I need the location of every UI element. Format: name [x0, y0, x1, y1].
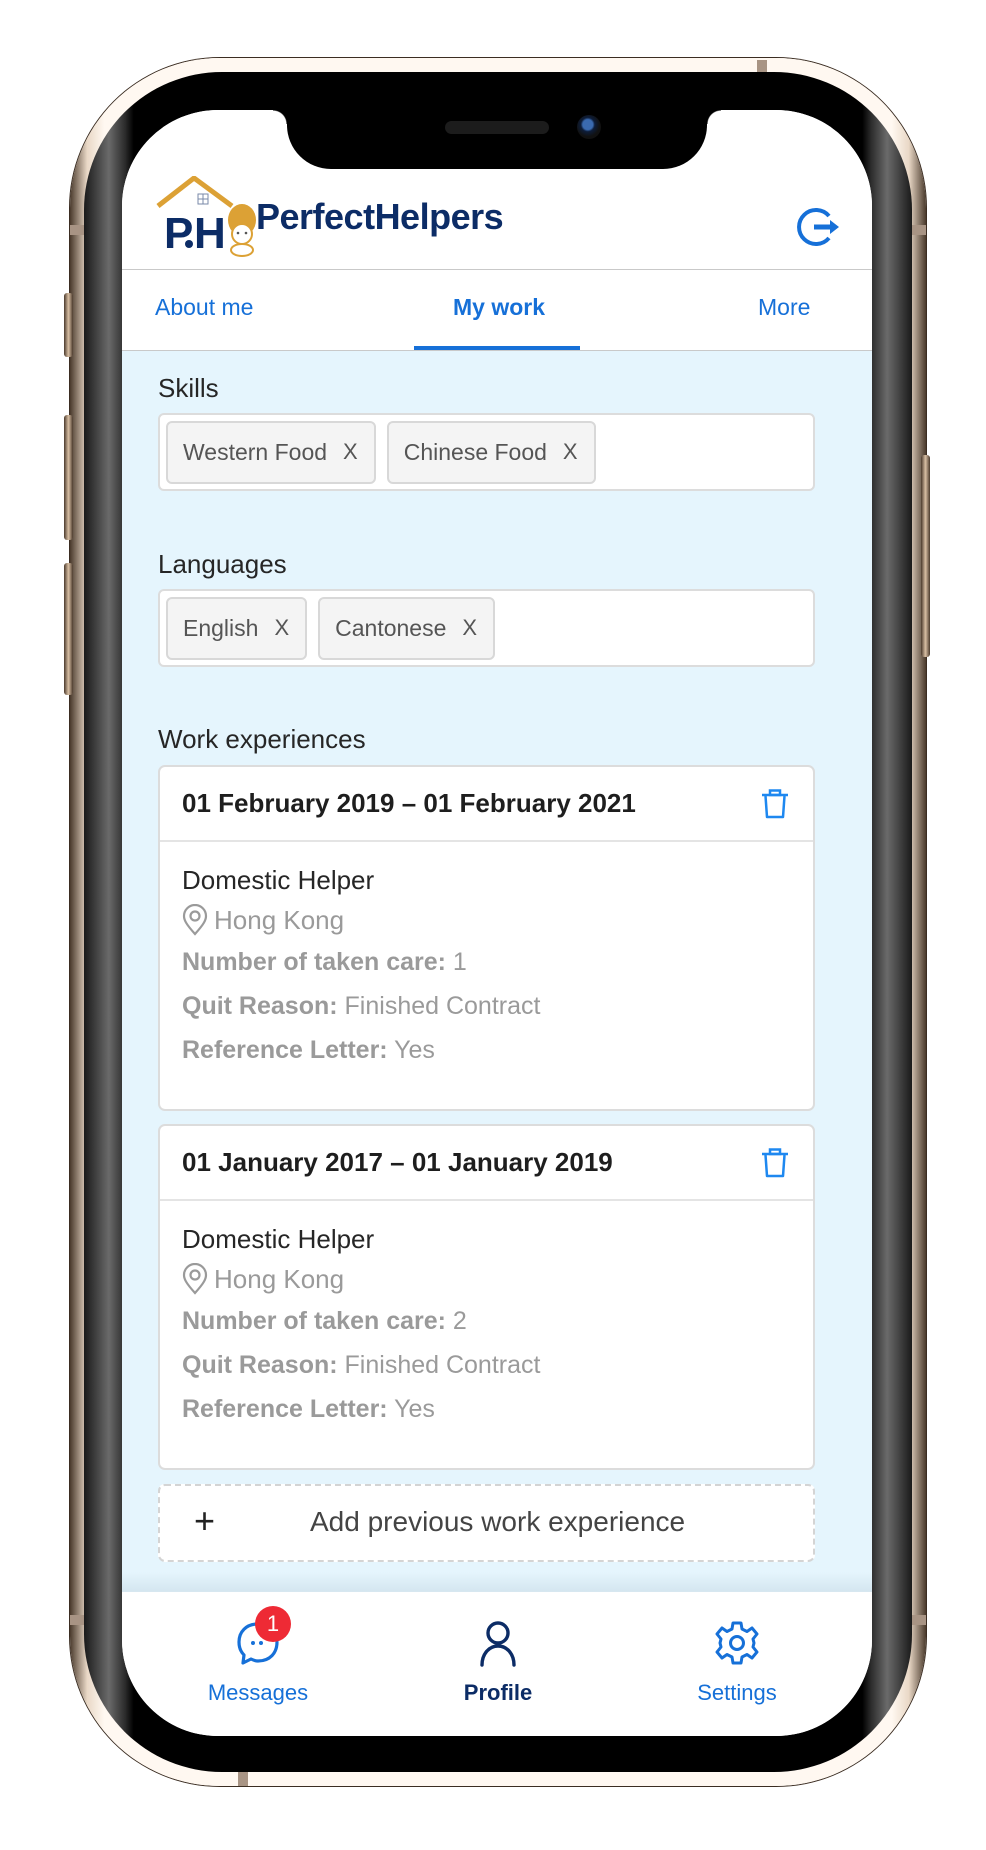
tab-bar: About me My work More [122, 270, 872, 350]
brand-name: PerfectHelpers [256, 196, 504, 237]
volume-down-button [64, 563, 73, 695]
care-count-label: Number of taken care: [182, 1307, 446, 1335]
skill-tag-label: Western Food [183, 438, 328, 465]
reference-letter-value: Yes [394, 1395, 435, 1423]
care-count-row: Number of taken care: 2 [182, 1299, 791, 1343]
nav-icon-wrapper: 1 [233, 1606, 291, 1668]
nav-label: Profile [463, 1680, 533, 1705]
languages-label: Languages [158, 549, 287, 579]
remove-tag-icon[interactable]: X [462, 615, 477, 641]
svg-text:P: P [164, 209, 192, 258]
card-body: Domestic Helper Hong Kong Number of take… [160, 1201, 813, 1451]
remove-tag-icon[interactable]: X [563, 439, 578, 465]
unread-badge: 1 [255, 1606, 291, 1642]
tab-about-me[interactable]: About me [155, 294, 253, 321]
front-camera [577, 115, 601, 139]
my-work-content: Skills Western Food X Chinese Food X Lan… [122, 351, 872, 1591]
languages-input[interactable]: English X Cantonese X [158, 589, 815, 667]
skill-tag-label: Chinese Food [403, 438, 547, 465]
nav-icon-wrapper [712, 1618, 762, 1668]
work-experience-card[interactable]: 01 February 2019 – 01 February 2021 Dome… [158, 765, 815, 1111]
card-body: Domestic Helper Hong Kong Number of take… [160, 842, 813, 1092]
silent-switch [64, 293, 73, 357]
quit-reason-value: Finished Contract [344, 1351, 541, 1379]
card-header: 01 January 2017 – 01 January 2019 [160, 1126, 813, 1201]
date-range: 01 February 2019 – 01 February 2021 [182, 788, 636, 818]
user-icon [480, 1621, 516, 1667]
nav-messages[interactable]: 1 Messages [188, 1606, 328, 1706]
language-tag: Cantonese X [318, 596, 496, 660]
card-header: 01 February 2019 – 01 February 2021 [160, 767, 813, 842]
trash-icon [762, 1148, 788, 1178]
reference-letter-value: Yes [394, 1036, 435, 1064]
job-title: Domestic Helper [182, 1224, 375, 1254]
remove-tag-icon[interactable]: X [343, 439, 358, 465]
add-work-experience-button[interactable]: + Add previous work experience [158, 1484, 815, 1562]
reference-letter-label: Reference Letter: [182, 1036, 388, 1064]
quit-reason-label: Quit Reason: [182, 992, 338, 1020]
brand-logo[interactable]: P H PerfectHelpers [156, 176, 504, 258]
skill-tag: Chinese Food X [386, 420, 596, 484]
earpiece-speaker [445, 121, 549, 134]
antenna-band [912, 1615, 926, 1625]
logout-button[interactable] [792, 202, 842, 252]
nav-settings[interactable]: Settings [667, 1618, 807, 1706]
work-experience-card[interactable]: 01 January 2017 – 01 January 2019 Domest… [158, 1124, 815, 1470]
location-text: Hong Kong [214, 905, 345, 935]
remove-tag-icon[interactable]: X [274, 615, 289, 641]
gear-icon [715, 1621, 759, 1665]
location-row: Hong Kong [182, 1259, 791, 1299]
care-count-row: Number of taken care: 1 [182, 940, 791, 984]
reference-letter-row: Reference Letter: Yes [182, 1387, 791, 1431]
trash-icon [762, 789, 788, 819]
antenna-band [70, 225, 84, 235]
tab-my-work[interactable]: My work [453, 294, 545, 321]
date-range: 01 January 2017 – 01 January 2019 [182, 1147, 613, 1177]
reference-letter-row: Reference Letter: Yes [182, 1028, 791, 1072]
nav-shadow [122, 1572, 872, 1594]
add-work-experience-label: Add previous work experience [310, 1506, 686, 1537]
care-count-value: 2 [452, 1307, 467, 1335]
quit-reason-row: Quit Reason: Finished Contract [182, 1343, 791, 1387]
logout-icon [797, 208, 839, 246]
location-pin-icon [182, 904, 208, 936]
svg-text:H: H [194, 209, 226, 258]
skills-label: Skills [158, 373, 219, 403]
notch [273, 110, 721, 169]
language-tag: English X [166, 596, 308, 660]
volume-up-button [64, 415, 73, 540]
tab-more[interactable]: More [758, 294, 810, 321]
delete-button[interactable] [761, 1148, 789, 1178]
location-pin-icon [182, 1263, 208, 1295]
location-text: Hong Kong [214, 1264, 345, 1294]
skill-tag: Western Food X [166, 420, 376, 484]
language-tag-label: English [183, 614, 259, 641]
reference-letter-label: Reference Letter: [182, 1395, 388, 1423]
antenna-band [70, 1615, 84, 1625]
nav-label: Settings [697, 1680, 777, 1705]
delete-button[interactable] [761, 789, 789, 819]
antenna-band [757, 60, 767, 72]
antenna-band [238, 1772, 248, 1786]
nav-profile[interactable]: Profile [428, 1618, 568, 1706]
house-logo-icon: P H [156, 176, 256, 258]
quit-reason-row: Quit Reason: Finished Contract [182, 984, 791, 1028]
care-count-label: Number of taken care: [182, 948, 446, 976]
power-button [921, 455, 930, 657]
quit-reason-value: Finished Contract [344, 992, 541, 1020]
care-count-value: 1 [452, 948, 467, 976]
nav-icon-wrapper [473, 1618, 523, 1668]
bottom-navigation: 1 Messages Profile Settings [122, 1592, 872, 1736]
work-experiences-label: Work experiences [158, 724, 366, 754]
location-row: Hong Kong [182, 900, 791, 940]
language-tag-label: Cantonese [335, 614, 447, 641]
skills-input[interactable]: Western Food X Chinese Food X [158, 413, 815, 491]
phone-screen: P H PerfectHelpers About me My work More [122, 110, 872, 1736]
antenna-band [912, 225, 926, 235]
nav-label: Messages [207, 1680, 309, 1705]
quit-reason-label: Quit Reason: [182, 1351, 338, 1379]
plus-icon: + [194, 1500, 216, 1541]
job-title: Domestic Helper [182, 865, 375, 895]
